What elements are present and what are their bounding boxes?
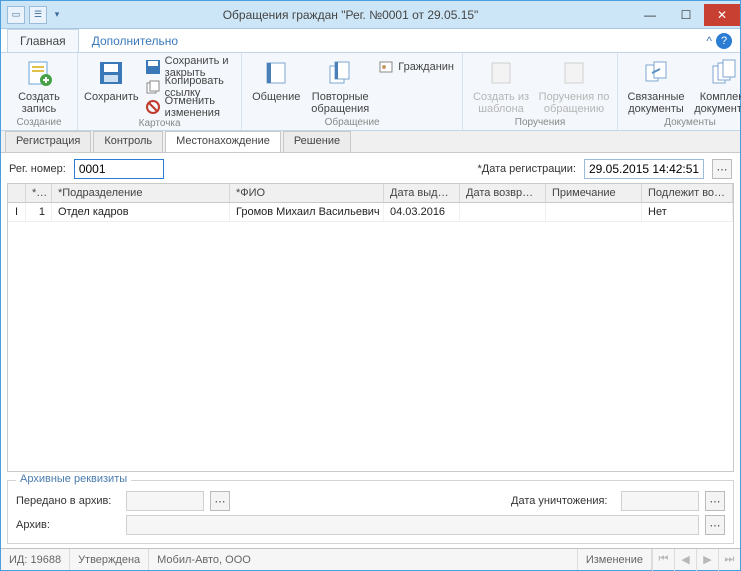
nav-prev[interactable]: ◀ bbox=[674, 549, 696, 571]
ql-app-icon[interactable]: ▭ bbox=[7, 6, 25, 24]
archive-label: Архив: bbox=[16, 519, 120, 531]
destroy-label: Дата уничтожения: bbox=[511, 495, 615, 507]
close-button[interactable]: ✕ bbox=[704, 4, 740, 26]
reg-date-input[interactable] bbox=[584, 159, 704, 179]
subtab-decision[interactable]: Решение bbox=[283, 131, 351, 152]
row-edit-marker: I bbox=[8, 203, 26, 221]
docset-icon bbox=[708, 57, 740, 89]
cell-note[interactable] bbox=[546, 203, 642, 221]
ribbon-tab-main[interactable]: Главная bbox=[7, 29, 79, 52]
group-card-label: Карточка bbox=[84, 117, 235, 131]
nav-last[interactable]: ⏭ bbox=[718, 549, 740, 571]
by-appeal-button: Поручения по обращению bbox=[537, 55, 611, 115]
col-note[interactable]: Примечание bbox=[546, 184, 642, 202]
general-label: Общение bbox=[252, 91, 300, 103]
ql-layout-icon[interactable]: ☰ bbox=[29, 6, 47, 24]
repeat-label: Повторные обращения bbox=[311, 91, 369, 115]
reg-date-label: *Дата регистрации: bbox=[477, 163, 576, 175]
citizen-label: Гражданин bbox=[398, 61, 454, 73]
reg-date-picker-button[interactable]: ⋯ bbox=[712, 159, 732, 179]
col-returnable[interactable]: Подлежит возвр... bbox=[642, 184, 733, 202]
cell-dept[interactable]: Отдел кадров bbox=[52, 203, 230, 221]
notebook-icon bbox=[260, 57, 292, 89]
archive-legend: Архивные реквизиты bbox=[16, 473, 131, 485]
group-docs-label: Документы bbox=[624, 116, 741, 130]
save-button[interactable]: Сохранить bbox=[84, 55, 139, 103]
docset-button[interactable]: Комплект документов bbox=[692, 55, 741, 115]
docset-label: Комплект документов bbox=[694, 91, 741, 115]
cell-issued[interactable]: 04.03.2016 bbox=[384, 203, 460, 221]
col-num[interactable]: *№ bbox=[26, 184, 52, 202]
table-row[interactable]: I 1 Отдел кадров Громов Михаил Васильеви… bbox=[8, 203, 733, 222]
save-close-icon bbox=[145, 59, 161, 75]
archive-panel: Архивные реквизиты Передано в архив: ⋯ Д… bbox=[7, 480, 734, 544]
window-title: Обращения граждан "Рег. №0001 от 29.05.1… bbox=[69, 8, 632, 22]
repeat-appeals-button[interactable]: Повторные обращения bbox=[308, 55, 372, 115]
cell-fio[interactable]: Громов Михаил Васильевич bbox=[230, 203, 384, 221]
copy-link-icon bbox=[145, 79, 161, 95]
status-state: Утверждена bbox=[70, 549, 149, 570]
status-mode: Изменение bbox=[578, 549, 652, 570]
help-icon[interactable]: ? bbox=[716, 33, 732, 49]
col-returned[interactable]: Дата возврата bbox=[460, 184, 546, 202]
linked-docs-button[interactable]: Связанные документы bbox=[624, 55, 688, 115]
copy-link-button[interactable]: Копировать ссылку bbox=[143, 77, 236, 97]
col-marker bbox=[8, 184, 26, 202]
create-record-label: Создать запись bbox=[18, 91, 60, 115]
reg-number-label: Рег. номер: bbox=[9, 163, 66, 175]
save-icon bbox=[95, 57, 127, 89]
subtab-control[interactable]: Контроль bbox=[93, 131, 163, 152]
col-dept[interactable]: *Подразделение bbox=[52, 184, 230, 202]
citizen-icon bbox=[378, 59, 394, 75]
cell-returned[interactable] bbox=[460, 203, 546, 221]
linked-docs-label: Связанные документы bbox=[628, 91, 685, 115]
col-fio[interactable]: *ФИО bbox=[230, 184, 384, 202]
new-record-icon bbox=[23, 57, 55, 89]
group-appeal-label: Обращение bbox=[248, 116, 456, 130]
save-label: Сохранить bbox=[84, 91, 139, 103]
orders-icon bbox=[558, 57, 590, 89]
undo-button[interactable]: Отменить изменения bbox=[143, 97, 236, 117]
group-orders-label: Поручения bbox=[469, 116, 611, 130]
repeat-icon bbox=[324, 57, 356, 89]
cell-num: 1 bbox=[26, 203, 52, 221]
general-button[interactable]: Общение bbox=[248, 55, 304, 103]
ribbon-tab-extra[interactable]: Дополнительно bbox=[79, 29, 191, 52]
transferred-field[interactable] bbox=[126, 491, 204, 511]
archive-picker[interactable]: ⋯ bbox=[705, 515, 725, 535]
status-id: ИД: 19688 bbox=[1, 549, 70, 570]
create-record-button[interactable]: Создать запись bbox=[7, 55, 71, 115]
by-appeal-label: Поручения по обращению bbox=[539, 91, 610, 115]
transferred-label: Передано в архив: bbox=[16, 495, 120, 507]
ql-dropdown[interactable]: ▾ bbox=[51, 6, 63, 24]
destroy-field[interactable] bbox=[621, 491, 699, 511]
citizen-button[interactable]: Гражданин bbox=[376, 57, 456, 77]
template-icon bbox=[485, 57, 517, 89]
col-issued[interactable]: Дата выдачи bbox=[384, 184, 460, 202]
undo-icon bbox=[145, 99, 161, 115]
status-org: Мобил-Авто, ООО bbox=[149, 549, 578, 570]
cell-returnable[interactable]: Нет bbox=[642, 203, 733, 221]
from-template-button: Создать из шаблона bbox=[469, 55, 533, 115]
reg-number-input[interactable] bbox=[74, 159, 164, 179]
group-create-label: Создание bbox=[7, 116, 71, 130]
subtab-location[interactable]: Местонахождение bbox=[165, 131, 281, 152]
maximize-button[interactable]: ☐ bbox=[668, 4, 704, 26]
save-close-button[interactable]: Сохранить и закрыть bbox=[143, 57, 236, 77]
minimize-button[interactable]: — bbox=[632, 4, 668, 26]
undo-label: Отменить изменения bbox=[165, 95, 234, 119]
ribbon-collapse-icon[interactable]: ^ bbox=[706, 34, 712, 48]
archive-field[interactable] bbox=[126, 515, 699, 535]
location-table[interactable]: *№ *Подразделение *ФИО Дата выдачи Дата … bbox=[7, 183, 734, 472]
nav-first[interactable]: ⏮ bbox=[652, 549, 674, 571]
destroy-picker[interactable]: ⋯ bbox=[705, 491, 725, 511]
transferred-picker[interactable]: ⋯ bbox=[210, 491, 230, 511]
subtab-registration[interactable]: Регистрация bbox=[5, 131, 91, 152]
from-template-label: Создать из шаблона bbox=[473, 91, 529, 115]
linked-docs-icon bbox=[640, 57, 672, 89]
nav-next[interactable]: ▶ bbox=[696, 549, 718, 571]
